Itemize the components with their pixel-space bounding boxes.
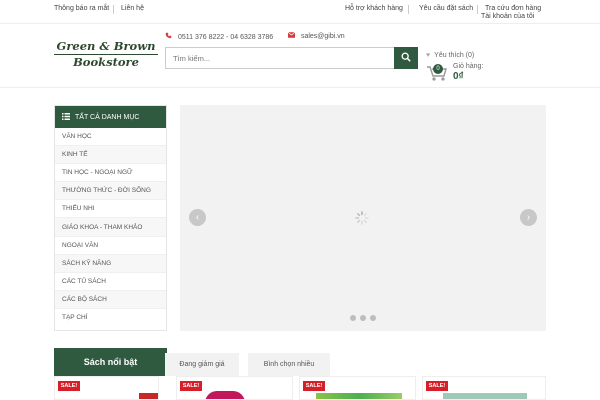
- featured-books-tab[interactable]: Sách nổi bật: [54, 348, 167, 376]
- tab-on-sale[interactable]: Đang giảm giá: [165, 353, 239, 376]
- category-title: TẤT CẢ DANH MỤC: [75, 113, 140, 121]
- top-bar: Thông báo ra mắt Liên hệ Hỗ trợ khách hà…: [0, 0, 600, 24]
- category-item[interactable]: CÁC BỘ SÁCH: [55, 290, 166, 309]
- product-image: [139, 393, 158, 399]
- email-icon: [287, 31, 297, 40]
- search-icon: [401, 49, 411, 67]
- menu-list-icon: [62, 112, 70, 122]
- search-button[interactable]: [394, 47, 418, 69]
- email-contact[interactable]: sales@gibi.vn: [287, 31, 345, 40]
- category-item[interactable]: VĂN HỌC: [55, 128, 166, 147]
- search-input[interactable]: [166, 48, 394, 68]
- my-account-link[interactable]: Tài khoản của tôi: [481, 13, 534, 20]
- banner-slider: ‹ ›: [180, 105, 546, 331]
- wishlist-label: Yêu thích (0): [434, 52, 475, 59]
- logo[interactable]: Green & Brown Bookstore: [54, 40, 158, 69]
- slider-pagination: [350, 315, 376, 321]
- cart-label: Giỏ hàng:: [453, 63, 484, 70]
- product-image: [443, 393, 527, 399]
- product-image: [205, 391, 245, 399]
- category-item[interactable]: THIẾU NHI: [55, 200, 166, 219]
- loading-spinner-icon: [355, 211, 369, 230]
- chevron-left-icon[interactable]: ‹: [189, 209, 206, 226]
- divider: [408, 5, 409, 14]
- search-box: [165, 47, 418, 69]
- contact-link[interactable]: Liên hệ: [121, 5, 144, 12]
- product-card[interactable]: SALE!: [422, 376, 546, 400]
- category-sidebar: TẤT CẢ DANH MỤC VĂN HỌC KINH TẾ TIN HỌC …: [54, 105, 167, 331]
- wishlist-link[interactable]: ♥ Yêu thích (0): [426, 52, 474, 59]
- tab-most-voted[interactable]: Bình chọn nhiều: [248, 353, 330, 376]
- cart-count-badge: 0: [433, 64, 443, 74]
- slider-dot[interactable]: [370, 315, 376, 321]
- slider-dot[interactable]: [350, 315, 356, 321]
- slider-dot[interactable]: [360, 315, 366, 321]
- category-item[interactable]: THƯỜNG THỨC - ĐỜI SỐNG: [55, 182, 166, 201]
- product-card[interactable]: SALE!: [176, 376, 293, 400]
- category-item[interactable]: SÁCH KỸ NĂNG: [55, 254, 166, 273]
- cart[interactable]: 0 Giỏ hàng: 0₫: [426, 62, 496, 86]
- order-request-link[interactable]: Yêu cầu đặt sách: [419, 5, 473, 12]
- product-card[interactable]: SALE!: [299, 376, 416, 400]
- phone-contact: 0511 376 8222 - 04 6328 3786: [165, 32, 273, 41]
- product-card[interactable]: SALE!: [54, 376, 159, 400]
- product-image: [316, 393, 402, 399]
- logo-line-1: Green & Brown: [56, 39, 156, 53]
- heart-icon: ♥: [426, 52, 431, 59]
- customer-support-link[interactable]: Hỗ trợ khách hàng: [345, 5, 403, 12]
- category-item[interactable]: TẠP CHÍ: [55, 309, 166, 327]
- category-item[interactable]: GIÁO KHOA - THAM KHẢO: [55, 218, 166, 237]
- divider: [477, 5, 478, 14]
- category-item[interactable]: NGOẠI VĂN: [55, 237, 166, 255]
- category-item[interactable]: KINH TẾ: [55, 146, 166, 165]
- category-header[interactable]: TẤT CẢ DANH MỤC: [55, 106, 166, 128]
- divider: [113, 5, 114, 14]
- phone-numbers: 0511 376 8222 - 04 6328 3786: [177, 34, 274, 41]
- header: Green & Brown Bookstore 0511 376 8222 - …: [0, 24, 600, 88]
- sale-badge: SALE!: [58, 381, 80, 391]
- phone-icon: [165, 32, 174, 41]
- category-item[interactable]: CÁC TỦ SÁCH: [55, 273, 166, 291]
- category-item[interactable]: TIN HỌC - NGOẠI NGỮ: [55, 164, 166, 183]
- sale-badge: SALE!: [180, 381, 202, 391]
- new-releases-link[interactable]: Thông báo ra mắt: [54, 5, 109, 12]
- logo-line-2: Bookstore: [73, 55, 139, 69]
- chevron-right-icon[interactable]: ›: [520, 209, 537, 226]
- sale-badge: SALE!: [303, 381, 325, 391]
- sale-badge: SALE!: [426, 381, 448, 391]
- order-lookup-link[interactable]: Tra cứu đơn hàng: [485, 5, 541, 12]
- cart-amount: 0₫: [453, 71, 464, 82]
- email-address: sales@gibi.vn: [300, 33, 345, 40]
